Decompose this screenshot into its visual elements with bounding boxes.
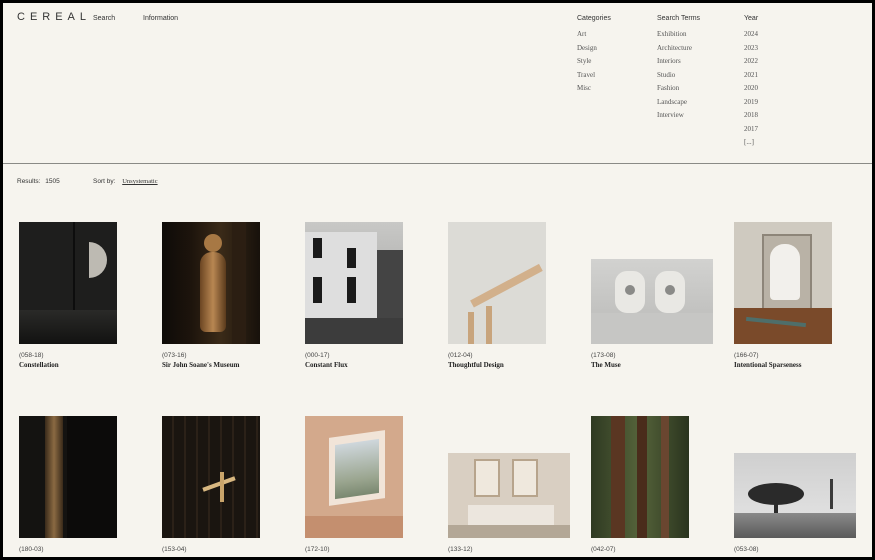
category-travel[interactable]: Travel xyxy=(577,69,611,83)
term-architecture[interactable]: Architecture xyxy=(657,42,700,56)
card-title[interactable]: Sir John Soane's Museum xyxy=(162,361,239,369)
card-image[interactable] xyxy=(162,222,260,344)
card-image[interactable] xyxy=(591,416,689,538)
term-landscape[interactable]: Landscape xyxy=(657,96,700,110)
year-column: Year 2024 2023 2022 2021 2020 2019 2018 … xyxy=(744,15,758,150)
sort-dropdown[interactable]: Unsystematic xyxy=(122,178,157,185)
year-heading: Year xyxy=(744,15,759,22)
card-code: (166-07) xyxy=(734,352,759,359)
category-design[interactable]: Design xyxy=(577,42,611,56)
card-image[interactable] xyxy=(591,259,713,344)
term-interview[interactable]: Interview xyxy=(657,109,700,123)
term-interiors[interactable]: Interiors xyxy=(657,55,700,69)
card-code: (173-08) xyxy=(591,352,616,359)
year-2022[interactable]: 2022 xyxy=(744,55,758,69)
categories-column: Categories Art Design Style Travel Misc xyxy=(577,15,611,96)
term-fashion[interactable]: Fashion xyxy=(657,82,700,96)
year-more[interactable]: [...] xyxy=(744,136,758,150)
header-divider xyxy=(3,163,872,164)
search-terms-heading: Search Terms xyxy=(657,15,701,22)
categories-heading: Categories xyxy=(577,15,611,22)
card-title[interactable]: Constellation xyxy=(19,361,59,369)
sort-label: Sort by: xyxy=(93,178,116,185)
card-code: (180-03) xyxy=(19,546,44,553)
year-2020[interactable]: 2020 xyxy=(744,82,758,96)
results-label: Results: xyxy=(17,178,41,185)
term-exhibition[interactable]: Exhibition xyxy=(657,28,700,42)
year-2021[interactable]: 2021 xyxy=(744,69,758,83)
nav-information-link[interactable]: Information xyxy=(143,15,178,22)
card-title[interactable]: The Muse xyxy=(591,361,621,369)
page-frame: CEREAL Search Information Categories Art… xyxy=(3,3,872,557)
year-2023[interactable]: 2023 xyxy=(744,42,758,56)
card-title[interactable]: Intentional Sparseness xyxy=(734,361,801,369)
card-image[interactable] xyxy=(305,222,403,344)
card-code: (058-18) xyxy=(19,352,44,359)
sort-control: Sort by: Unsystematic xyxy=(93,178,158,185)
card-image[interactable] xyxy=(305,416,403,538)
search-terms-column: Search Terms Exhibition Architecture Int… xyxy=(657,15,700,123)
results-count: Results: 1505 xyxy=(17,178,60,185)
category-style[interactable]: Style xyxy=(577,55,611,69)
category-art[interactable]: Art xyxy=(577,28,611,42)
card-image[interactable] xyxy=(448,222,546,344)
card-image[interactable] xyxy=(19,416,117,538)
year-2018[interactable]: 2018 xyxy=(744,109,758,123)
card-code: (053-08) xyxy=(734,546,759,553)
site-logo[interactable]: CEREAL xyxy=(17,11,91,23)
year-2019[interactable]: 2019 xyxy=(744,96,758,110)
results-value: 1505 xyxy=(45,178,60,185)
card-code: (073-16) xyxy=(162,352,187,359)
year-2017[interactable]: 2017 xyxy=(744,123,758,137)
card-code: (153-04) xyxy=(162,546,187,553)
card-code: (172-10) xyxy=(305,546,330,553)
card-code: (133-12) xyxy=(448,546,473,553)
card-title[interactable]: Constant Flux xyxy=(305,361,348,369)
card-image[interactable] xyxy=(19,222,117,344)
nav-search-link[interactable]: Search xyxy=(93,15,115,22)
card-code: (042-07) xyxy=(591,546,616,553)
card-image[interactable] xyxy=(448,453,570,538)
term-studio[interactable]: Studio xyxy=(657,69,700,83)
card-image[interactable] xyxy=(734,222,832,344)
card-code: (000-17) xyxy=(305,352,330,359)
card-code: (012-04) xyxy=(448,352,473,359)
card-title[interactable]: Thoughtful Design xyxy=(448,361,504,369)
card-image[interactable] xyxy=(734,453,856,538)
year-2024[interactable]: 2024 xyxy=(744,28,758,42)
card-image[interactable] xyxy=(162,416,260,538)
category-misc[interactable]: Misc xyxy=(577,82,611,96)
